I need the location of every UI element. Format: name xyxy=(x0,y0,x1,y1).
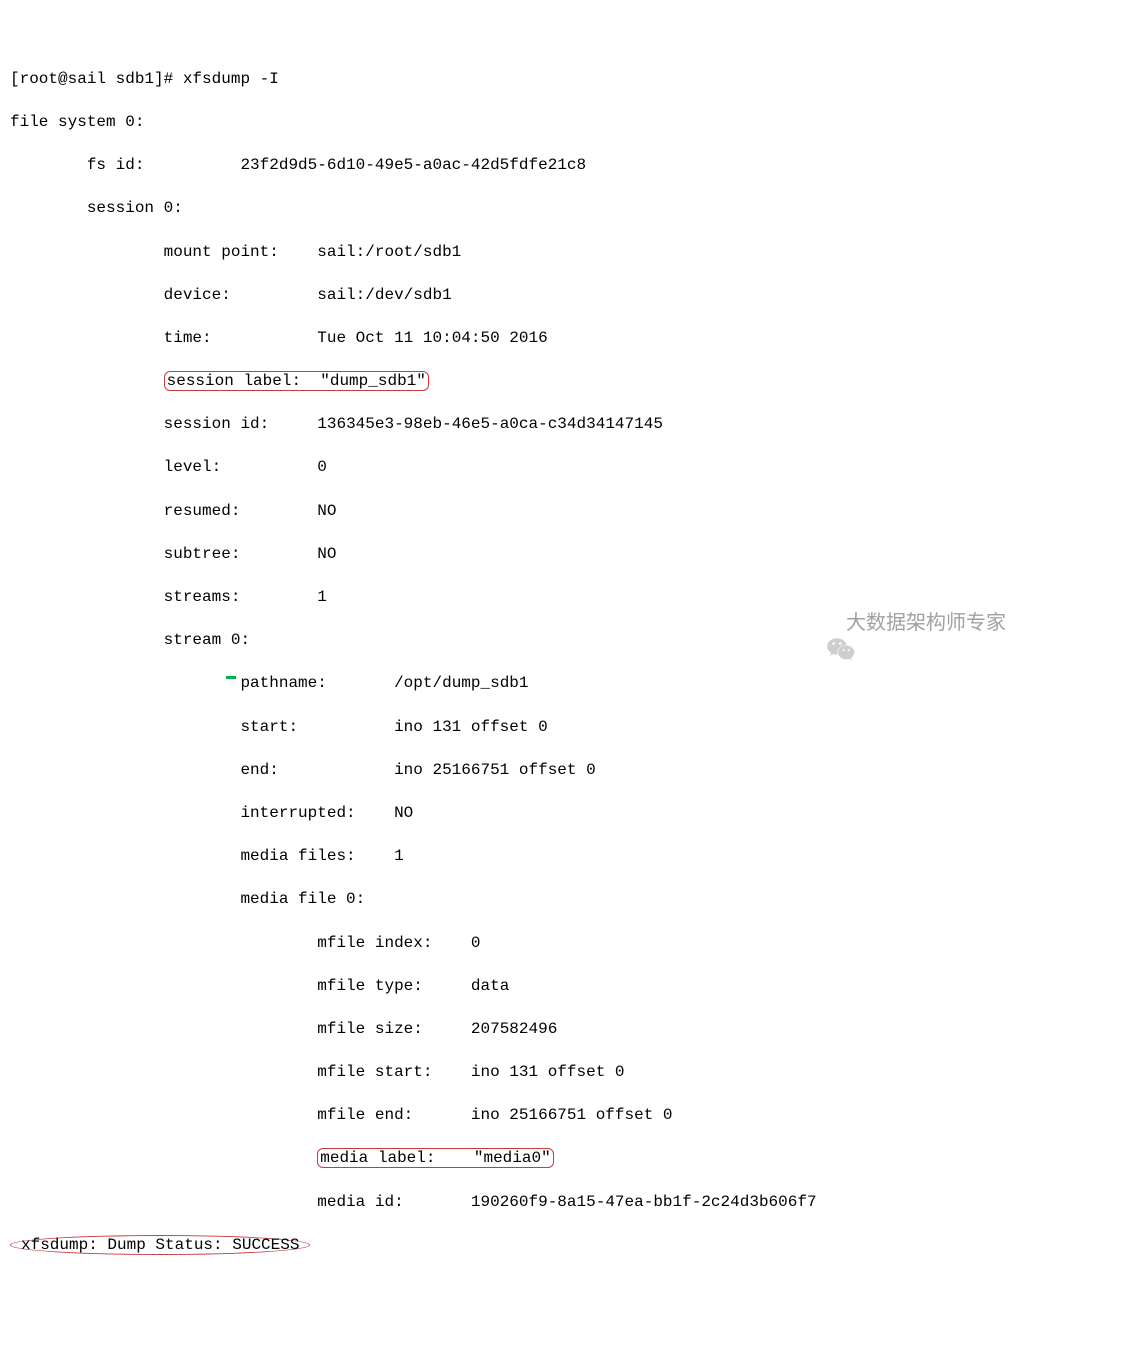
start-line: start: ino 131 offset 0 xyxy=(10,717,1111,739)
media-id-value: 190260f9-8a15-47ea-bb1f-2c24d3b606f7 xyxy=(471,1193,817,1211)
media-label-label: media label: xyxy=(320,1149,435,1167)
media-files-value: 1 xyxy=(394,847,404,865)
fs-id-value: 23f2d9d5-6d10-49e5-a0ac-42d5fdfe21c8 xyxy=(240,156,586,174)
device-line: device: sail:/dev/sdb1 xyxy=(10,285,1111,307)
session-header: session 0: xyxy=(10,198,1111,220)
pathname-value: /opt/dump_sdb1 xyxy=(394,674,528,692)
resumed-label: resumed: xyxy=(164,502,241,520)
mfile-start-label: mfile start: xyxy=(317,1063,432,1081)
status-line: xfsdump: Dump Status: SUCCESS xyxy=(10,1235,1111,1257)
pathname-label: pathname: xyxy=(240,674,326,692)
mfile-start-line: mfile start: ino 131 offset 0 xyxy=(10,1062,1111,1084)
streams-label: streams: xyxy=(164,588,241,606)
level-label: level: xyxy=(164,458,222,476)
start-value: ino 131 offset 0 xyxy=(394,718,548,736)
interrupted-value: NO xyxy=(394,804,413,822)
streams-line: streams: 1 xyxy=(10,587,1111,609)
end-label: end: xyxy=(240,761,278,779)
media-files-label: media files: xyxy=(240,847,355,865)
media-label-highlight: media label: "media0" xyxy=(317,1148,553,1168)
mfile-size-label: mfile size: xyxy=(317,1020,423,1038)
media-id-line: media id: 190260f9-8a15-47ea-bb1f-2c24d3… xyxy=(10,1192,1111,1214)
subtree-value: NO xyxy=(317,545,336,563)
mfile-type-label: mfile type: xyxy=(317,977,423,995)
mfile-index-label: mfile index: xyxy=(317,934,432,952)
device-label: device: xyxy=(164,286,231,304)
mfile-index-line: mfile index: 0 xyxy=(10,933,1111,955)
mfile-start-value: ino 131 offset 0 xyxy=(471,1063,625,1081)
mfile-type-value: data xyxy=(471,977,509,995)
time-line: time: Tue Oct 11 10:04:50 2016 xyxy=(10,328,1111,350)
mount-point-line: mount point: sail:/root/sdb1 xyxy=(10,242,1111,264)
mount-point-label: mount point: xyxy=(164,243,279,261)
cursor-indicator-icon xyxy=(226,676,236,679)
session-id-line: session id: 136345e3-98eb-46e5-a0ca-c34d… xyxy=(10,414,1111,436)
session-id-label: session id: xyxy=(164,415,270,433)
media-id-label: media id: xyxy=(317,1193,403,1211)
fs-header: file system 0: xyxy=(10,112,1111,134)
fs-id-line: fs id: 23f2d9d5-6d10-49e5-a0ac-42d5fdfe2… xyxy=(10,155,1111,177)
mfile-end-label: mfile end: xyxy=(317,1106,413,1124)
media-label-value: "media0" xyxy=(474,1149,551,1167)
stream-header: stream 0: xyxy=(10,630,1111,652)
mfile-end-line: mfile end: ino 25166751 offset 0 xyxy=(10,1105,1111,1127)
end-line: end: ino 25166751 offset 0 xyxy=(10,760,1111,782)
mfile-size-value: 207582496 xyxy=(471,1020,557,1038)
session-label-highlight: session label: "dump_sdb1" xyxy=(164,371,429,391)
resumed-line: resumed: NO xyxy=(10,501,1111,523)
command-text: xfsdump -I xyxy=(183,70,279,88)
subtree-label: subtree: xyxy=(164,545,241,563)
streams-value: 1 xyxy=(317,588,327,606)
media-file-header: media file 0: xyxy=(10,889,1111,911)
session-label-label: session label: xyxy=(167,372,301,390)
mfile-end-value: ino 25166751 offset 0 xyxy=(471,1106,673,1124)
status-ellipse: xfsdump: Dump Status: SUCCESS xyxy=(10,1235,310,1255)
session-label-line: session label: "dump_sdb1" xyxy=(10,371,1111,393)
media-files-line: media files: 1 xyxy=(10,846,1111,868)
mfile-type-line: mfile type: data xyxy=(10,976,1111,998)
command-line[interactable]: [root@sail sdb1]# xfsdump -I xyxy=(10,69,1111,91)
start-label: start: xyxy=(240,718,298,736)
mount-point-value: sail:/root/sdb1 xyxy=(317,243,461,261)
session-label-value: "dump_sdb1" xyxy=(320,372,426,390)
shell-prompt: [root@sail sdb1]# xyxy=(10,70,183,88)
device-value: sail:/dev/sdb1 xyxy=(317,286,451,304)
subtree-line: subtree: NO xyxy=(10,544,1111,566)
level-line: level: 0 xyxy=(10,457,1111,479)
end-value: ino 25166751 offset 0 xyxy=(394,761,596,779)
resumed-value: NO xyxy=(317,502,336,520)
fs-id-label: fs id: xyxy=(87,156,145,174)
media-label-line: media label: "media0" xyxy=(10,1148,1111,1170)
interrupted-label: interrupted: xyxy=(240,804,355,822)
interrupted-line: interrupted: NO xyxy=(10,803,1111,825)
level-value: 0 xyxy=(317,458,327,476)
session-id-value: 136345e3-98eb-46e5-a0ca-c34d34147145 xyxy=(317,415,663,433)
time-value: Tue Oct 11 10:04:50 2016 xyxy=(317,329,547,347)
mfile-size-line: mfile size: 207582496 xyxy=(10,1019,1111,1041)
time-label: time: xyxy=(164,329,212,347)
mfile-index-value: 0 xyxy=(471,934,481,952)
